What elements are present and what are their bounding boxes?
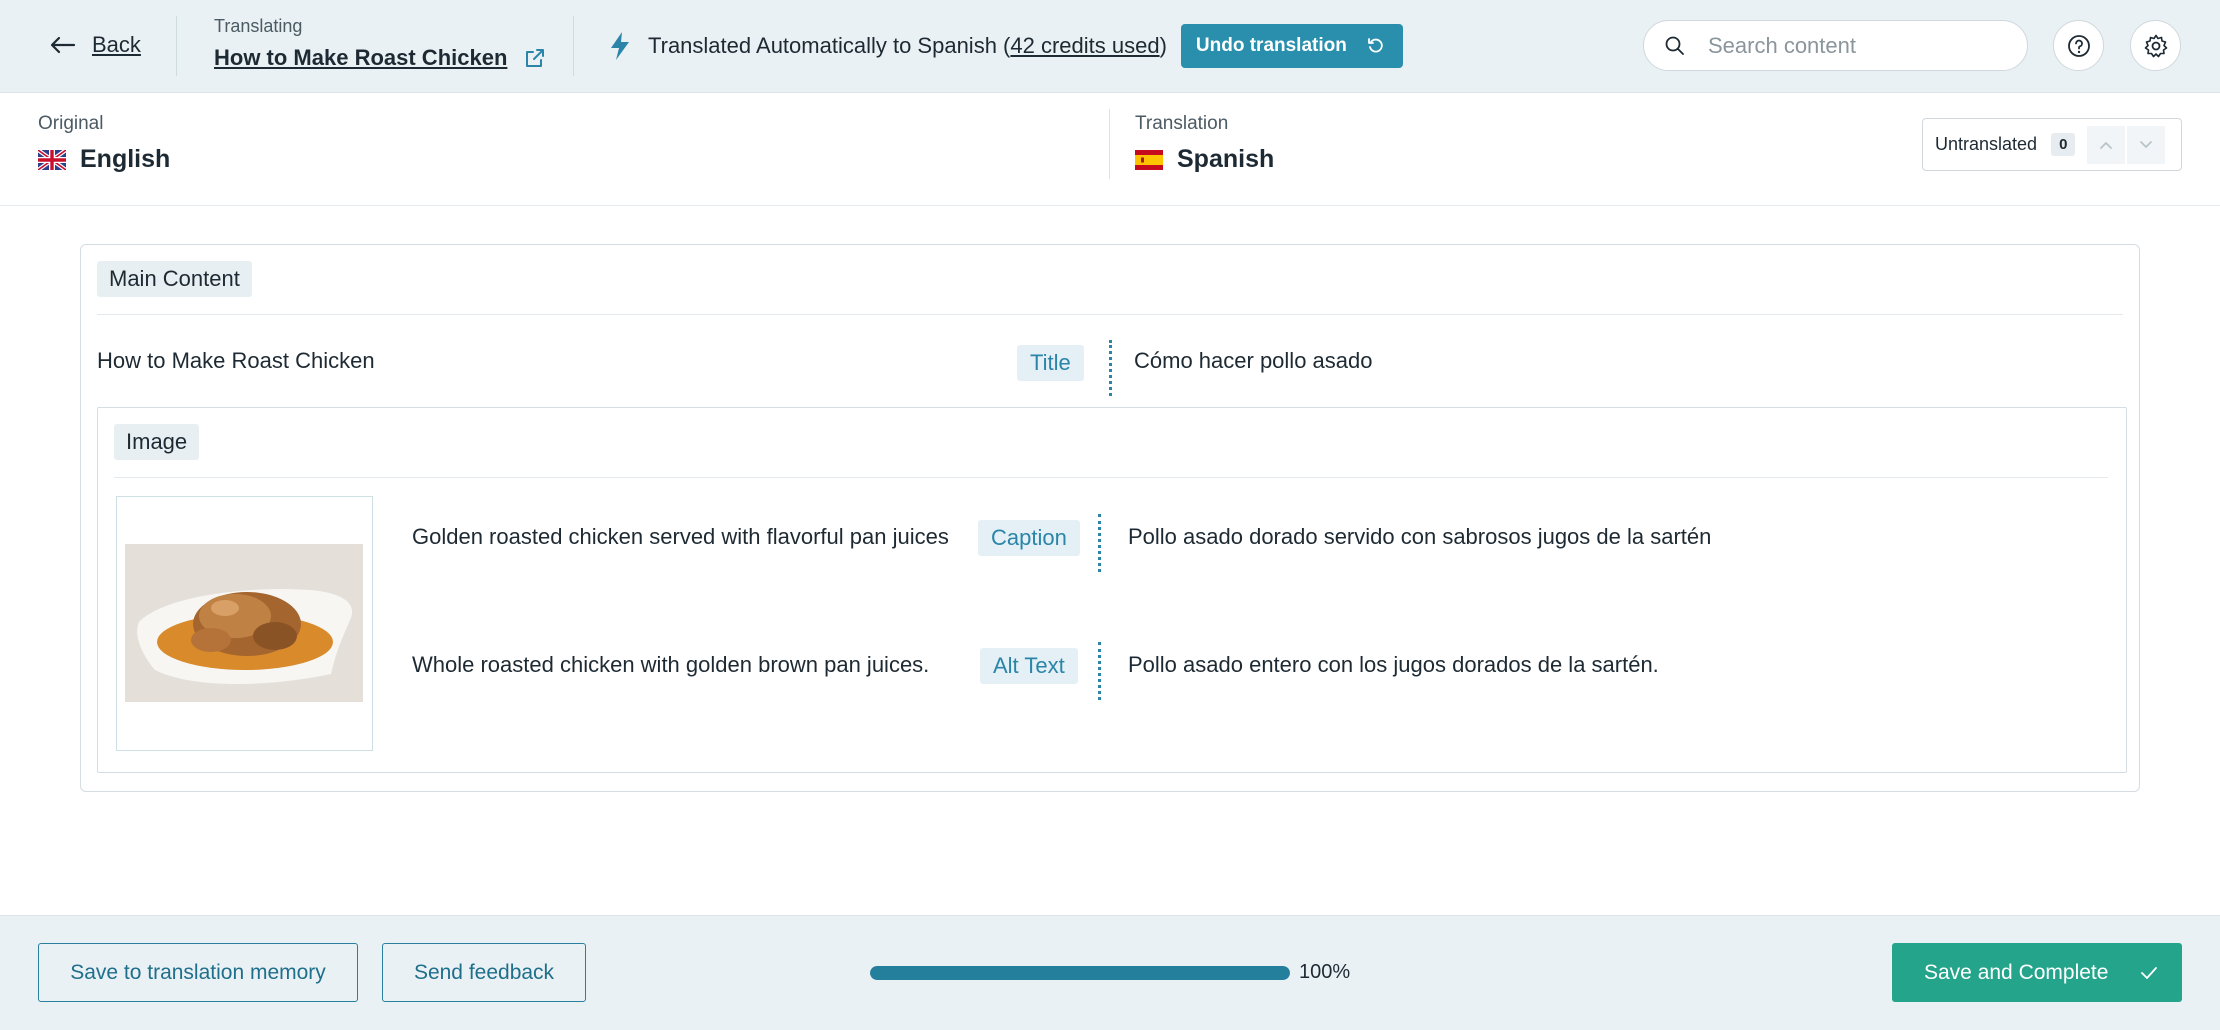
- roast-chicken-image: [125, 544, 363, 702]
- uk-flag-icon: [38, 149, 66, 170]
- search-icon: [1665, 36, 1684, 55]
- main-content-section-label: Main Content: [97, 261, 252, 297]
- translation-language: Translation Spanish: [1135, 113, 1274, 174]
- undo-translation-button[interactable]: Undo translation: [1180, 24, 1403, 68]
- title-source-text: How to Make Roast Chicken: [97, 348, 375, 373]
- language-header: Original English Translation Spanish Unt…: [0, 93, 2220, 206]
- external-link-icon[interactable]: [523, 46, 547, 70]
- save-and-complete-label: Save and Complete: [1924, 960, 2109, 984]
- untranslated-navigator: Untranslated 0: [1922, 118, 2182, 171]
- progress-percent-text: 100%: [1299, 961, 1351, 983]
- alt-text-source-text: Whole roasted chicken with golden brown …: [412, 652, 930, 677]
- spain-flag-icon: [1135, 149, 1163, 170]
- gear-icon: [2144, 34, 2167, 57]
- search-input[interactable]: [1708, 32, 2008, 59]
- search-box[interactable]: [1643, 20, 2028, 71]
- divider: [573, 16, 574, 76]
- translation-progress-bar: [870, 966, 1290, 980]
- save-and-complete-button[interactable]: Save and Complete: [1892, 943, 2182, 1002]
- auto-translation-text: Translated Automatically to Spanish (42 …: [648, 33, 1167, 58]
- translating-label: Translating: [214, 16, 303, 36]
- title-field-badge: Title: [1017, 345, 1084, 381]
- check-icon: [2141, 966, 2158, 979]
- original-label: Original: [38, 113, 104, 134]
- next-untranslated-button[interactable]: [2127, 125, 2166, 164]
- translation-language-name: Spanish: [1177, 145, 1275, 173]
- save-to-translation-memory-button[interactable]: Save to translation memory: [38, 943, 358, 1002]
- bottom-bar: Save to translation memory Send feedback…: [0, 915, 2220, 1030]
- image-section-label: Image: [114, 424, 200, 460]
- caption-target-text[interactable]: Pollo asado dorado servido con sabrosos …: [1128, 524, 1711, 550]
- divider: [1109, 109, 1110, 179]
- original-language-name: English: [80, 145, 171, 173]
- undo-translation-label: Undo translation: [1195, 35, 1347, 56]
- translation-label: Translation: [1135, 113, 1229, 134]
- field-divider: [1109, 340, 1112, 396]
- auto-translation-status: Translated Automatically to Spanish (42 …: [608, 24, 1403, 68]
- back-label[interactable]: Back: [92, 32, 141, 58]
- main-content-card: Main Content How to Make Roast Chicken T…: [80, 244, 2140, 792]
- top-bar: Back Translating How to Make Roast Chick…: [0, 0, 2220, 93]
- image-thumbnail: [116, 496, 373, 751]
- translating-info: Translating How to Make Roast Chicken: [214, 16, 547, 71]
- field-divider: [1098, 514, 1101, 572]
- content-title-link[interactable]: How to Make Roast Chicken: [214, 45, 507, 71]
- undo-icon: [1367, 38, 1383, 53]
- untranslated-count-badge: 0: [2051, 133, 2076, 156]
- send-feedback-button[interactable]: Send feedback: [382, 943, 586, 1002]
- image-section: Image Golden roasted chicken served with…: [97, 407, 2127, 773]
- alt-text-field-badge: Alt Text: [980, 648, 1078, 684]
- back-link[interactable]: Back: [48, 30, 141, 60]
- original-language: Original English: [38, 113, 170, 174]
- chevron-up-icon: [2100, 141, 2113, 149]
- untranslated-label: Untranslated: [1935, 134, 2038, 154]
- divider: [97, 314, 2123, 315]
- arrow-left-icon: [50, 36, 76, 54]
- caption-source-text: Golden roasted chicken served with flavo…: [412, 524, 949, 549]
- help-button[interactable]: [2053, 20, 2104, 71]
- roast-chicken-photo: [125, 544, 363, 702]
- title-target-text[interactable]: Cómo hacer pollo asado: [1134, 348, 1372, 374]
- divider: [114, 477, 2108, 478]
- caption-field-badge: Caption: [978, 520, 1080, 556]
- chevron-down-icon: [2140, 140, 2153, 148]
- credits-used-link[interactable]: 42 credits used: [1010, 33, 1159, 58]
- divider: [176, 16, 177, 76]
- previous-untranslated-button[interactable]: [2087, 125, 2126, 164]
- alt-text-target-text[interactable]: Pollo asado entero con los jugos dorados…: [1128, 652, 1659, 678]
- lightning-bolt-icon: [611, 32, 629, 60]
- settings-button[interactable]: [2130, 20, 2181, 71]
- help-icon: [2067, 34, 2090, 57]
- progress-fill: [870, 966, 1290, 980]
- field-divider: [1098, 642, 1101, 700]
